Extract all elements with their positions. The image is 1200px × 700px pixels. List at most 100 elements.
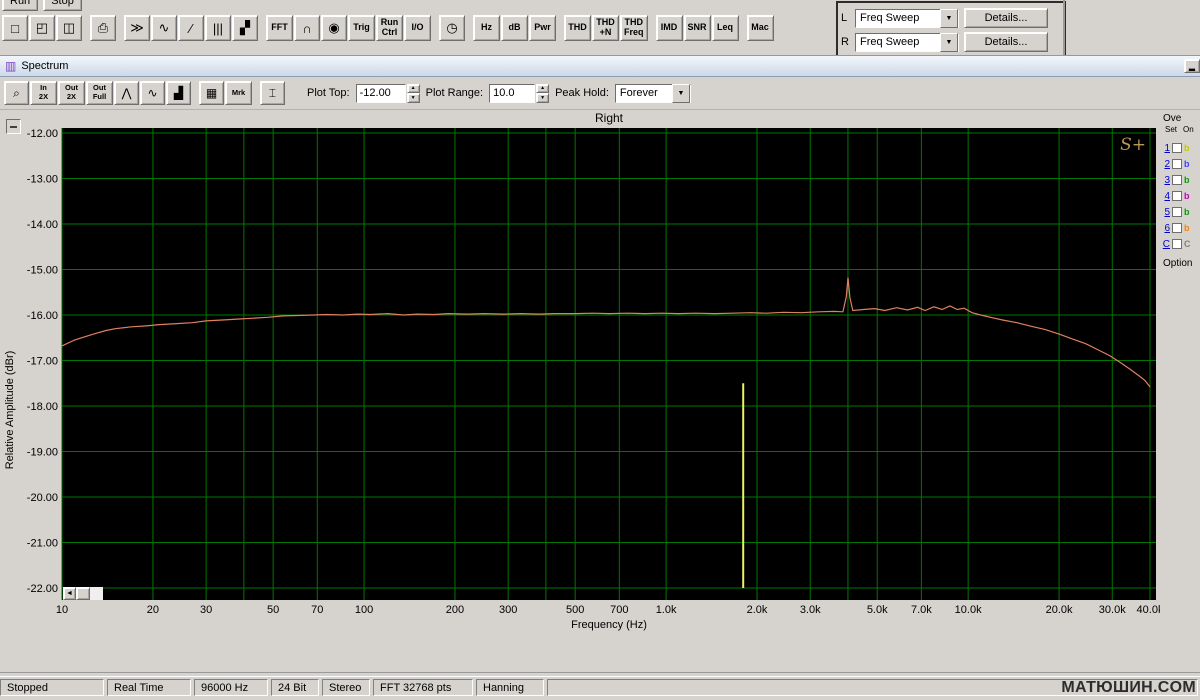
timer-icon[interactable]: ◷ <box>439 15 465 41</box>
thd-freq-button[interactable]: THD Freq <box>620 15 648 41</box>
imd-button[interactable]: IMD <box>656 15 683 41</box>
spin-down-icon[interactable]: ▼ <box>407 93 420 103</box>
run-stop-controls: Run Stop <box>2 0 82 11</box>
overlay-options-link[interactable]: Option <box>1163 258 1192 269</box>
overlay-checkbox[interactable] <box>1172 191 1182 201</box>
scrollbar-thumb[interactable] <box>76 587 90 600</box>
plot-range-input[interactable] <box>489 84 535 103</box>
plot-top-input[interactable] <box>356 84 406 103</box>
run-button[interactable]: Run <box>2 0 38 11</box>
left-channel-mode-select[interactable]: Freq Sweep ▼ <box>855 9 959 28</box>
spin-down-icon[interactable]: ▼ <box>536 93 549 103</box>
overlay-row: 6b <box>1161 220 1200 236</box>
status-segment: Stereo <box>322 679 370 696</box>
overlay-color-tag: b <box>1184 175 1190 185</box>
leq-button[interactable]: Leq <box>712 15 739 41</box>
bar-display-icon[interactable]: ▟ <box>166 81 191 105</box>
peak-hold-select[interactable]: Forever ▼ <box>615 84 691 103</box>
chevron-down-icon[interactable]: ▼ <box>940 33 958 52</box>
left-details-button[interactable]: Details... <box>964 8 1048 28</box>
new-file-icon[interactable]: □ <box>2 15 28 41</box>
right-details-button[interactable]: Details... <box>964 32 1048 52</box>
status-segment: FFT 32768 pts <box>373 679 473 696</box>
overlay-number-link[interactable]: 5 <box>1162 207 1170 218</box>
right-channel-mode-select[interactable]: Freq Sweep ▼ <box>855 33 959 52</box>
fast-forward-icon[interactable]: ≫ <box>124 15 150 41</box>
x-tick-label: 40.0k <box>1137 604 1160 616</box>
scroll-left-icon[interactable]: ◄ <box>63 587 76 600</box>
spectrum-window-title: Spectrum <box>21 60 68 72</box>
overlay-number-link[interactable]: 4 <box>1162 191 1170 202</box>
waveform-icon[interactable]: ∿ <box>151 15 177 41</box>
analyzer-icon[interactable]: ◉ <box>321 15 347 41</box>
spectral-lines-icon[interactable]: ||| <box>205 15 231 41</box>
x-tick-label: 300 <box>499 604 517 616</box>
x-tick-label: 30.0k <box>1099 604 1126 616</box>
zoom-out-2x-button[interactable]: Out 2X <box>58 81 85 105</box>
open-file-icon[interactable]: ◰ <box>29 15 55 41</box>
zoom-in-2x-button[interactable]: In 2X <box>30 81 57 105</box>
macro-button[interactable]: Mac <box>747 15 774 41</box>
overlay-checkbox[interactable] <box>1172 175 1182 185</box>
snr-button[interactable]: SNR <box>684 15 711 41</box>
status-segment: Stopped <box>0 679 104 696</box>
spectrum-titlebar[interactable]: ▥ Spectrum ▂ ▢ ✕ <box>0 56 1200 77</box>
overlay-checkbox[interactable] <box>1172 239 1182 249</box>
overlay-number-link[interactable]: 2 <box>1162 159 1170 170</box>
thd-n-button[interactable]: THD +N <box>592 15 619 41</box>
spin-up-icon[interactable]: ▲ <box>536 84 549 94</box>
overlay-checkbox[interactable] <box>1172 223 1182 233</box>
toolbar-group: IMDSNRLeq <box>656 15 739 41</box>
brand-logo: S+ <box>1120 135 1146 155</box>
overlay-number-link[interactable]: 3 <box>1162 175 1170 186</box>
overlay-number-link[interactable]: 6 <box>1162 223 1170 234</box>
run-control-button[interactable]: Run Ctrl <box>376 15 403 41</box>
fft-button[interactable]: FFT <box>266 15 293 41</box>
plot-range-spinner: ▲ ▼ <box>536 84 549 103</box>
overlay-checkbox[interactable] <box>1172 143 1182 153</box>
status-divider <box>0 672 1200 673</box>
db-button[interactable]: dB <box>501 15 528 41</box>
power-button[interactable]: Pwr <box>529 15 556 41</box>
overlay-number-link[interactable]: 1 <box>1162 143 1170 154</box>
x-tick-label: 100 <box>355 604 373 616</box>
peak-curve-icon[interactable]: ⋀ <box>114 81 139 105</box>
overlay-checkbox[interactable] <box>1172 159 1182 169</box>
spin-up-icon[interactable]: ▲ <box>407 84 420 94</box>
overlay-checkbox[interactable] <box>1172 207 1182 217</box>
slope-icon[interactable]: ∕ <box>178 15 204 41</box>
window-function-icon[interactable]: ∩ <box>294 15 320 41</box>
chevron-down-icon[interactable]: ▼ <box>940 9 958 28</box>
spectrum-curve-icon[interactable]: ∿ <box>140 81 165 105</box>
overlay-color-tag: b <box>1184 143 1190 153</box>
overlay-row: 4b <box>1161 188 1200 204</box>
toolbar-group: THDTHD +NTHD Freq <box>564 15 648 41</box>
io-button[interactable]: I/O <box>404 15 431 41</box>
zoom-out-full-button[interactable]: Out Full <box>86 81 113 105</box>
marker-button[interactable]: Mrk <box>225 81 252 105</box>
spectrum-plot[interactable]: -12.00-13.00-14.00-15.00-16.00-17.00-18.… <box>0 110 1160 673</box>
x-tick-label: 2.0k <box>747 604 768 616</box>
dock-divider <box>1063 0 1065 55</box>
stop-button[interactable]: Stop <box>43 0 82 11</box>
collapse-plot-button[interactable] <box>6 119 21 134</box>
thd-button[interactable]: THD <box>564 15 591 41</box>
plot-scrollbar[interactable]: ◄ <box>63 587 103 600</box>
zoom-icon[interactable]: ⌕ <box>4 81 29 105</box>
overlay-row: CC <box>1161 236 1200 252</box>
overlay-header[interactable]: Ove <box>1163 113 1181 124</box>
overlay-number-link[interactable]: C <box>1162 239 1170 250</box>
plot-background <box>62 128 1156 600</box>
spectrogram-icon[interactable]: ▞ <box>232 15 258 41</box>
plot-title: Right <box>595 111 624 125</box>
chevron-down-icon[interactable]: ▼ <box>672 84 690 103</box>
hz-button[interactable]: Hz <box>473 15 500 41</box>
scale-icon[interactable]: ⌶ <box>260 81 285 105</box>
overlay-rows: 1b2b3b4b5b6bCC <box>1161 140 1200 252</box>
data-table-icon[interactable]: ▦ <box>199 81 224 105</box>
plot-top-spinner: ▲ ▼ <box>407 84 420 103</box>
print-icon[interactable]: ⎙ <box>90 15 116 41</box>
minimize-button[interactable]: ▂ <box>1184 59 1200 73</box>
trigger-button[interactable]: Trig <box>348 15 375 41</box>
save-icon[interactable]: ◫ <box>56 15 82 41</box>
